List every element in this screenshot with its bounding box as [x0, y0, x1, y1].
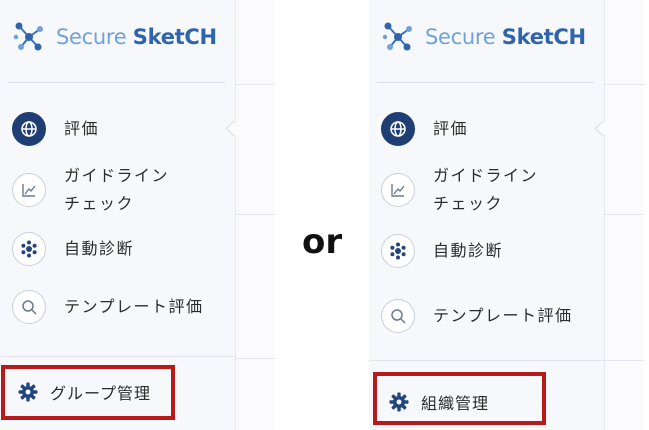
nav-label: テンプレート評価 [433, 306, 573, 325]
search-icon [381, 299, 415, 333]
nav-item-auto-diagnosis[interactable]: 自動診断 [12, 232, 134, 266]
nav-item-template-evaluation[interactable]: テンプレート評価 [12, 290, 204, 324]
content-edge-strip [605, 0, 644, 430]
nav-label: 自動診断 [64, 239, 135, 258]
nav-item-evaluation[interactable]: 評価 [12, 112, 99, 146]
nav-label: ガイドライン チェック [433, 166, 539, 213]
nav-label: 評価 [433, 119, 469, 138]
nav-item-evaluation[interactable]: 評価 [381, 112, 468, 146]
network-logo-icon [382, 22, 412, 51]
nav-item-template-evaluation[interactable]: テンプレート評価 [381, 299, 573, 333]
nav-item-guideline-check[interactable]: ガイドライン チェック [381, 162, 538, 218]
nav-item-auto-diagnosis[interactable]: 自動診断 [381, 234, 503, 268]
network-logo-icon [13, 22, 43, 51]
brand-name-light: Secure [425, 25, 502, 49]
nav-label: ガイドライン チェック [64, 166, 170, 213]
nav-item-guideline-check[interactable]: ガイドライン チェック [12, 162, 169, 218]
nav-label: テンプレート評価 [64, 297, 204, 316]
brand-divider [377, 82, 594, 83]
brand-name-bold: SketCH [501, 25, 586, 49]
content-edge-strip [236, 0, 275, 430]
brand-name-light: Secure [56, 25, 133, 49]
highlight-box [1, 365, 175, 420]
brand-name-bold: SketCH [132, 25, 217, 49]
nav-label: 評価 [64, 119, 100, 138]
highlight-box [373, 372, 546, 425]
brand-logo[interactable]: Secure SketCH [12, 20, 217, 54]
search-icon [12, 290, 46, 324]
brand-logo[interactable]: Secure SketCH [381, 20, 586, 54]
gear-spin-icon [12, 232, 46, 266]
chart-icon [12, 173, 46, 207]
chart-icon [381, 173, 415, 207]
brand-name: Secure SketCH [56, 25, 217, 49]
brand-divider [8, 82, 225, 83]
or-separator: or [302, 222, 343, 262]
globe-icon [12, 112, 46, 146]
gear-spin-icon [381, 234, 415, 268]
left-screenshot-panel: Secure SketCH 評価 ガイドライン チェック 自動診断 テンプレート… [0, 0, 275, 430]
globe-icon [381, 112, 415, 146]
sidebar: Secure SketCH 評価 ガイドライン チェック 自動診断 テンプレート… [369, 0, 605, 430]
nav-label: 自動診断 [433, 241, 504, 260]
right-screenshot-panel: Secure SketCH 評価 ガイドライン チェック 自動診断 テンプレート… [369, 0, 644, 430]
brand-name: Secure SketCH [425, 25, 586, 49]
